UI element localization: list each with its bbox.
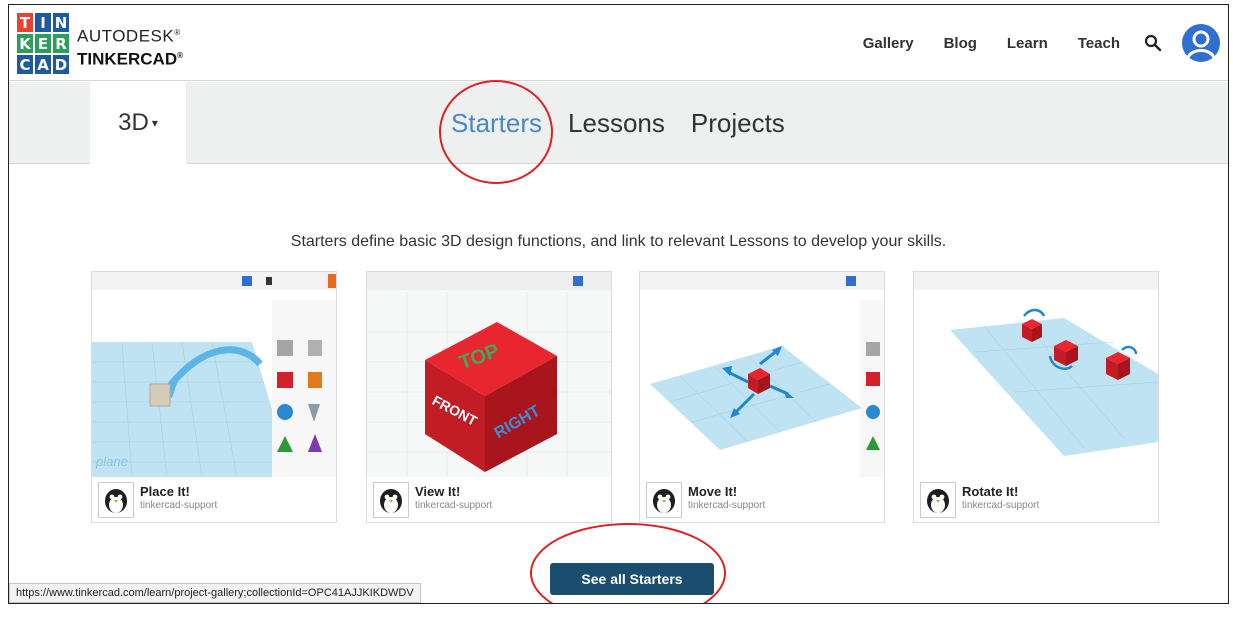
logo-letter: R [53,34,69,53]
nav-gallery[interactable]: Gallery [863,35,914,52]
browser-page: TIN KER CAD AUTODESK® TINKERCAD® Gallery B… [8,4,1229,604]
registered-mark: ® [174,28,181,37]
starter-card[interactable]: Move It! tinkercad-support [639,271,885,523]
search-icon[interactable] [1144,34,1162,52]
tinkercad-logo[interactable]: TIN KER CAD [17,13,69,75]
author-avatar [373,482,409,518]
registered-mark: ® [177,50,184,60]
logo-letter: A [35,55,51,74]
subnav-tabs: Starters Lessons Projects [451,82,785,164]
card-thumbnail [914,272,1158,477]
card-title[interactable]: Move It! [688,484,737,499]
brand-name[interactable]: AUTODESK® TINKERCAD® [77,23,184,69]
tab-lessons[interactable]: Lessons [568,108,665,139]
logo-letter: I [35,13,51,32]
card-author[interactable]: tinkercad-support [140,500,217,511]
top-navigation: TIN KER CAD AUTODESK® TINKERCAD® Gallery B… [9,5,1228,81]
nav-learn[interactable]: Learn [1007,35,1048,52]
author-avatar [920,482,956,518]
logo-letter: D [53,55,69,74]
card-footer: Move It! tinkercad-support [640,478,884,522]
card-thumbnail [640,272,884,477]
starter-card[interactable]: TOP FRONT RIGHT View It! tinkercad-suppo… [366,271,612,523]
learn-subnav: 3D ▾ Starters Lessons Projects [9,82,1228,164]
caret-down-icon: ▾ [151,116,158,130]
card-title[interactable]: Place It! [140,484,190,499]
nav-blog[interactable]: Blog [944,35,977,52]
brand-tinkercad: TINKERCAD [77,49,178,69]
tab-projects[interactable]: Projects [691,108,785,139]
card-title[interactable]: Rotate It! [962,484,1018,499]
card-author[interactable]: tinkercad-support [962,500,1039,511]
logo-letter: C [17,55,33,74]
card-thumbnail: plane [92,272,336,477]
brand-autodesk: AUTODESK [77,26,175,46]
logo-letter: K [17,34,33,53]
nav-teach[interactable]: Teach [1078,35,1120,52]
logo-letter: N [53,13,69,32]
tab-starters[interactable]: Starters [451,108,542,139]
see-all-starters-button[interactable]: See all Starters [550,563,714,595]
starter-card[interactable]: Rotate It! tinkercad-support [913,271,1159,523]
card-footer: Rotate It! tinkercad-support [914,478,1158,522]
logo-letter: T [17,13,33,32]
main-nav: Gallery Blog Learn Teach [833,5,1220,81]
status-bar-url: https://www.tinkercad.com/learn/project-… [9,583,421,603]
card-footer: Place It! tinkercad-support [92,478,336,522]
author-avatar [646,482,682,518]
card-author[interactable]: tinkercad-support [688,500,765,511]
3d-dropdown[interactable]: 3D ▾ [90,82,186,164]
author-avatar [98,482,134,518]
workplane-label: plane [95,454,128,469]
3d-dropdown-label: 3D [118,109,149,136]
card-title[interactable]: View It! [415,484,460,499]
page-description: Starters define basic 3D design function… [290,233,947,250]
starter-card[interactable]: plane Place It! tinkercad-support [91,271,337,523]
logo-letter: E [35,34,51,53]
card-footer: View It! tinkercad-support [367,478,611,522]
card-author[interactable]: tinkercad-support [415,500,492,511]
user-avatar-icon[interactable] [1182,24,1220,62]
card-thumbnail: TOP FRONT RIGHT [367,272,611,477]
